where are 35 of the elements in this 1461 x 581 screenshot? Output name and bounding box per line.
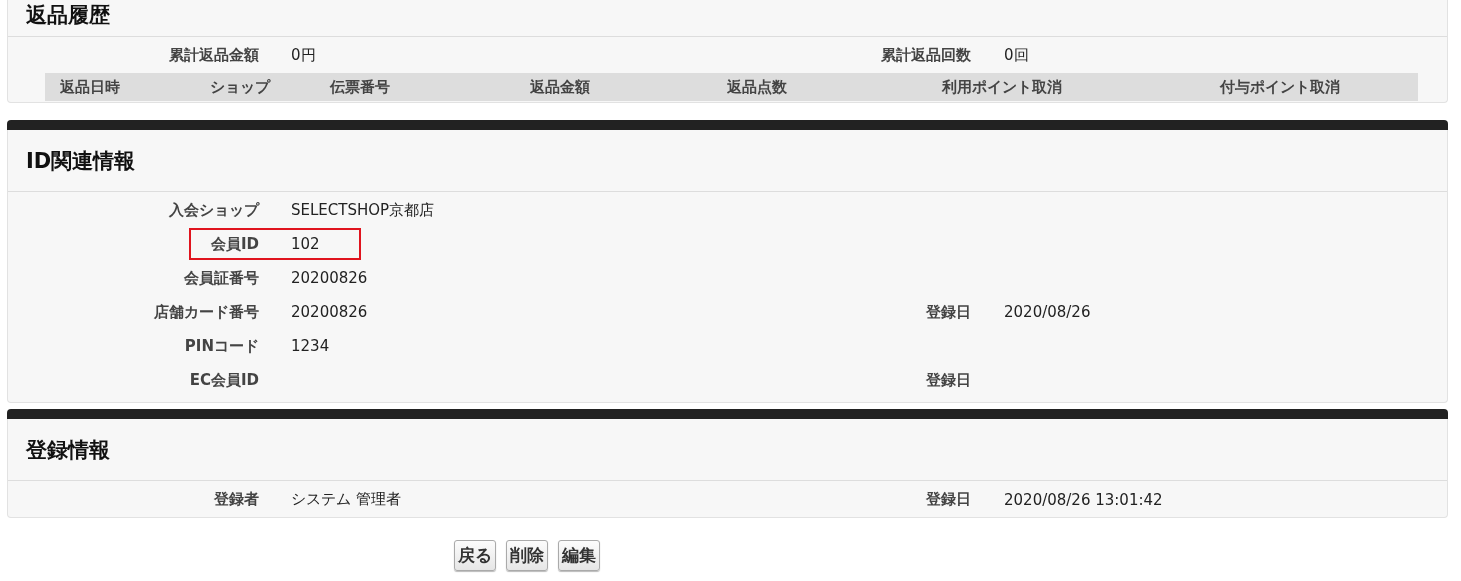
field-label: 店舗カード番号 [153,302,259,322]
column-header: 伝票番号 [330,77,391,97]
field-label: 登録者 [213,490,259,509]
field-label: 入会ショップ [168,200,259,220]
field-label: 登録日 [925,490,971,509]
field-label: 累計返品金額 [168,46,259,65]
field-value: システム 管理者 [291,490,402,509]
column-header: 付与ポイント取消 [1220,77,1341,97]
field-label: PINコード [183,336,259,356]
field-label: EC会員ID [188,370,259,390]
field-value: 102 [291,235,321,253]
section-title: 登録情報 [26,436,110,464]
field-value: 2020/08/26 [1004,303,1092,321]
section-title: 返品履歴 [26,2,110,29]
field-label: 会員証番号 [183,268,259,288]
column-header: 利用ポイント取消 [942,77,1063,97]
column-header: ショップ [210,77,272,97]
field-label: 会員ID [209,234,259,254]
column-header: 返品点数 [727,77,788,97]
column-header: 返品金額 [530,77,591,97]
field-label: 登録日 [925,370,971,390]
column-header: 返品日時 [60,77,121,97]
action-button[interactable]: 編集 [558,540,600,571]
field-value: 0円 [291,46,317,65]
field-value: 1234 [291,337,331,355]
field-value: 20200826 [291,269,369,287]
action-button[interactable]: 戻る [454,540,496,571]
action-button[interactable]: 削除 [506,540,548,571]
field-value: SELECTSHOP京都店 [291,200,436,220]
field-value: 20200826 [291,303,369,321]
field-label: 登録日 [925,302,971,322]
section-title: ID関連情報 [26,147,136,175]
field-label: 累計返品回数 [880,46,971,65]
field-value: 0回 [1004,46,1030,65]
field-value: 2020/08/26 13:01:42 [1004,490,1164,509]
